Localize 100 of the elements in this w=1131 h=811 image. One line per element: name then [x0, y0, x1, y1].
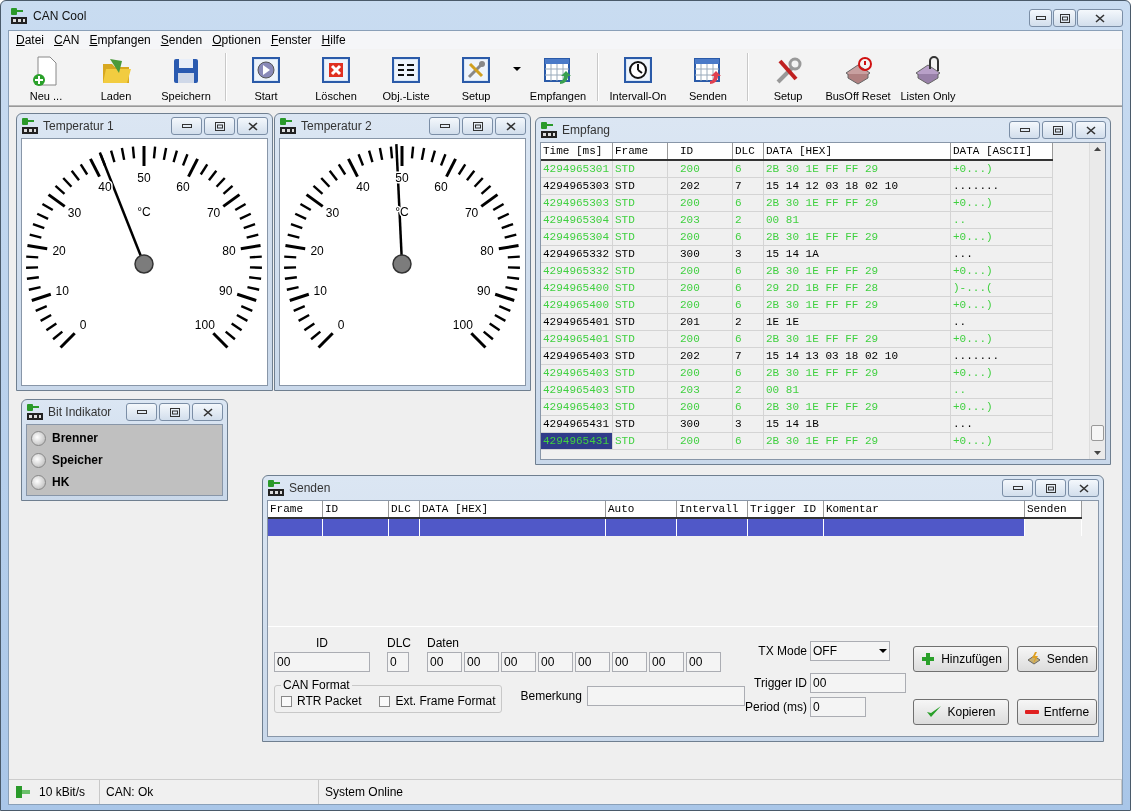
column-header[interactable]: Senden [1025, 501, 1082, 517]
minimize-button[interactable] [1029, 9, 1052, 27]
close-button[interactable] [237, 117, 268, 135]
data-byte-field[interactable]: 00 [538, 652, 573, 672]
dlc-field[interactable]: 0 [387, 652, 409, 672]
maximize-button[interactable] [1042, 121, 1073, 139]
close-button[interactable] [495, 117, 526, 135]
menu-item[interactable]: CAN [49, 32, 85, 48]
toolbar-button[interactable]: Listen Only [893, 49, 963, 105]
menu-item[interactable]: Empfangen [84, 32, 156, 48]
column-header[interactable]: Komentar [824, 501, 1025, 517]
scale-label: 0 [337, 317, 345, 332]
menu-item[interactable]: Optionen [207, 32, 266, 48]
column-header[interactable]: DATA [ASCII] [951, 143, 1053, 159]
lamp-label: HK [52, 475, 70, 489]
data-byte-field[interactable]: 00 [686, 652, 721, 672]
toolbar-button[interactable]: Setup [441, 49, 511, 105]
menu-item[interactable]: Senden [155, 32, 208, 48]
menu-item[interactable]: Fenster [265, 32, 317, 48]
table-cell: 4294965303 [541, 178, 613, 194]
data-byte-field[interactable]: 00 [612, 652, 647, 672]
toolbar-button[interactable]: Setup [753, 49, 823, 105]
toolbar-button[interactable]: Obj.-Liste [371, 49, 441, 105]
column-header[interactable]: Auto [606, 501, 677, 517]
maximize-button[interactable] [159, 403, 190, 421]
toolbar-button[interactable]: Senden [673, 49, 743, 105]
toolbar-button[interactable]: Speichern [151, 49, 221, 105]
minus-icon [1024, 709, 1039, 714]
minimize-button[interactable] [171, 117, 202, 135]
toolbar-button[interactable]: Neu ... [11, 49, 81, 105]
data-byte-field[interactable]: 00 [464, 652, 499, 672]
toolbar-button[interactable]: Empfangen [523, 49, 593, 105]
data-byte-field[interactable]: 00 [575, 652, 610, 672]
column-header[interactable]: Intervall [677, 501, 748, 517]
menu-item[interactable]: Datei [11, 32, 50, 48]
menu-item[interactable]: Hilfe [316, 32, 351, 48]
checkbox-box[interactable] [379, 695, 391, 707]
table-cell: 6 [733, 365, 764, 381]
column-header[interactable]: ID [668, 143, 733, 159]
table-cell: )-...( [951, 280, 1053, 296]
maximize-button[interactable] [462, 117, 493, 135]
table-cell: .. [951, 382, 1053, 398]
column-header[interactable]: DATA [HEX] [420, 501, 606, 517]
close-icon [505, 121, 516, 131]
close-button[interactable] [192, 403, 223, 421]
form-button[interactable]: Hinzufügen [913, 646, 1009, 672]
table-cell: STD [613, 195, 668, 211]
period-field[interactable]: 0 [810, 697, 866, 717]
tx-mode-dropdown[interactable]: OFF [810, 641, 890, 661]
data-byte-field[interactable]: 00 [649, 652, 684, 672]
form-button[interactable]: Entferne [1017, 698, 1097, 725]
toolbar-button[interactable]: BusOff Reset [823, 49, 893, 105]
close-button[interactable] [1075, 121, 1106, 139]
column-header[interactable]: Trigger ID [748, 501, 824, 517]
field-label: ID [315, 636, 329, 650]
column-header[interactable]: DLC [389, 501, 420, 517]
minimize-icon [136, 410, 147, 414]
connector-icon [15, 784, 33, 800]
data-byte-field[interactable]: 00 [501, 652, 536, 672]
column-header[interactable]: Time [ms] [541, 143, 613, 159]
column-header[interactable]: Frame [268, 501, 323, 517]
maximize-button[interactable] [204, 117, 235, 135]
trigger-id-field[interactable]: 00 [810, 673, 906, 693]
table-cell: STD [613, 297, 668, 313]
table-cell: STD [613, 229, 668, 245]
form-button[interactable]: Kopieren [913, 698, 1009, 725]
table-cell: .. [951, 212, 1053, 228]
form-button[interactable]: Senden [1017, 646, 1097, 672]
minimize-button[interactable] [1009, 121, 1040, 139]
toolbar-button[interactable]: Löschen [301, 49, 371, 105]
table-cell: 202 [668, 178, 733, 194]
column-header[interactable]: DATA [HEX] [764, 143, 951, 159]
data-byte-field[interactable]: 00 [427, 652, 462, 672]
toolbar-button[interactable]: Start [231, 49, 301, 105]
checkbox[interactable]: RTR Packet [281, 694, 362, 708]
remark-field[interactable] [586, 685, 745, 706]
caret-icon [513, 67, 521, 71]
maximize-icon [1059, 13, 1070, 23]
table-cell: 6 [733, 263, 764, 279]
maximize-button[interactable] [1053, 9, 1076, 27]
toolbar-button[interactable]: Intervall-On [603, 49, 673, 105]
column-header[interactable]: Frame [613, 143, 668, 159]
column-header[interactable]: ID [323, 501, 389, 517]
plug-icon [26, 403, 44, 421]
minimize-button[interactable] [1002, 479, 1033, 497]
toolbar-button[interactable]: Laden [81, 49, 151, 105]
close-button[interactable] [1077, 9, 1123, 27]
table-cell: +0...) [951, 195, 1053, 211]
maximize-button[interactable] [1035, 479, 1066, 497]
checkbox-box[interactable] [281, 695, 292, 707]
vertical-scrollbar[interactable] [1089, 143, 1105, 459]
id-field[interactable]: 00 [274, 652, 370, 672]
table-cell: 203 [668, 382, 733, 398]
scrollbar-thumb[interactable] [1091, 425, 1104, 441]
minimize-button[interactable] [126, 403, 157, 421]
window-title: Empfang [562, 123, 612, 137]
column-header[interactable]: DLC [733, 143, 764, 159]
minimize-button[interactable] [429, 117, 460, 135]
close-button[interactable] [1068, 479, 1099, 497]
table-cell: 2B 30 1E FF FF 29 [764, 161, 951, 177]
